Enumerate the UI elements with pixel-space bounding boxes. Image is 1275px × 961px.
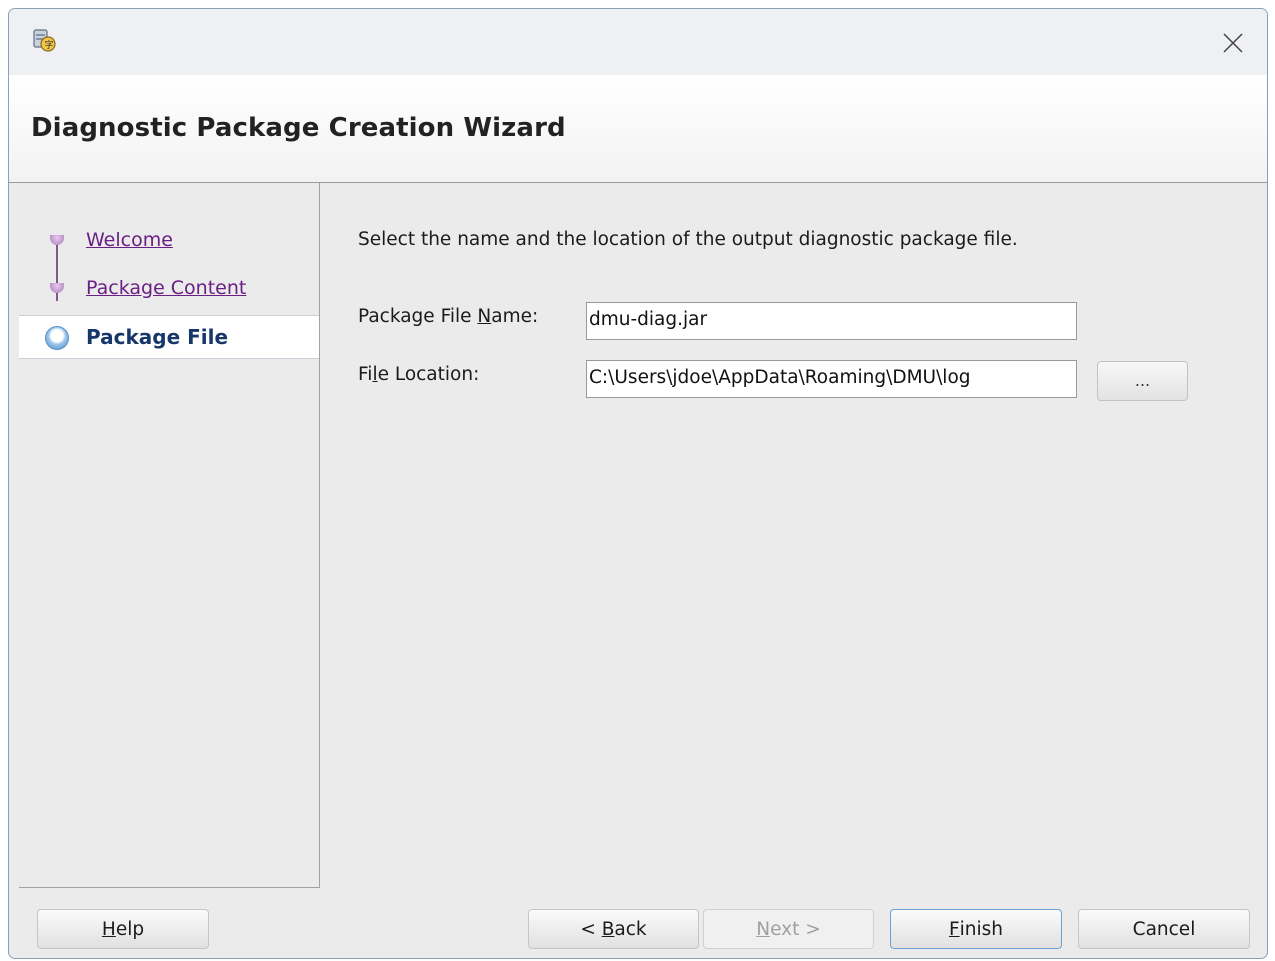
step-package-file-label: Package File bbox=[86, 325, 229, 349]
label-mnemonic: N bbox=[477, 306, 492, 327]
button-label: < bbox=[580, 918, 602, 940]
finish-button[interactable]: Finish bbox=[890, 909, 1062, 949]
file-location-input[interactable]: C:\Users\jdoe\AppData\Roaming\DMU\log bbox=[586, 360, 1077, 398]
step-visited-icon bbox=[50, 235, 64, 245]
step-package-file: Package File bbox=[19, 315, 319, 359]
wizard-header: Diagnostic Package Creation Wizard bbox=[9, 75, 1267, 183]
button-label: ack bbox=[614, 918, 647, 940]
wizard-title: Diagnostic Package Creation Wizard bbox=[31, 113, 566, 143]
instruction-text: Select the name and the location of the … bbox=[358, 229, 1018, 250]
database-app-icon: 字 bbox=[33, 29, 56, 52]
button-mnemonic: N bbox=[756, 918, 771, 940]
label-text: Package File bbox=[358, 306, 478, 327]
button-label: elp bbox=[115, 918, 145, 940]
label-text: ame: bbox=[491, 306, 539, 327]
title-bar: 字 bbox=[9, 9, 1267, 75]
svg-text:字: 字 bbox=[45, 39, 54, 51]
step-welcome[interactable]: Welcome bbox=[19, 219, 319, 263]
button-label: ext > bbox=[770, 918, 821, 940]
button-mnemonic: F bbox=[948, 918, 960, 940]
button-label: inish bbox=[959, 918, 1004, 940]
step-package-content[interactable]: Package Content bbox=[19, 267, 319, 311]
package-file-name-input[interactable]: dmu-diag.jar bbox=[586, 302, 1077, 340]
label-text: Fi bbox=[358, 364, 373, 385]
wizard-steps-panel: Welcome Package Content Package File bbox=[19, 183, 320, 888]
close-icon bbox=[1223, 33, 1243, 53]
button-mnemonic: H bbox=[101, 918, 116, 940]
step-visited-icon bbox=[50, 283, 64, 293]
browse-button[interactable]: ... bbox=[1097, 361, 1188, 401]
button-mnemonic: B bbox=[601, 918, 615, 940]
step-package-content-label[interactable]: Package Content bbox=[86, 277, 246, 299]
label-text: e Location: bbox=[377, 364, 480, 385]
wizard-window: 字 Diagnostic Package Creation Wizard Wel… bbox=[8, 8, 1268, 959]
back-button[interactable]: < Back bbox=[528, 909, 699, 949]
step-current-icon bbox=[45, 326, 69, 350]
cancel-button[interactable]: Cancel bbox=[1078, 909, 1250, 949]
close-button[interactable] bbox=[1215, 25, 1251, 61]
package-file-name-label: Package File Name: bbox=[358, 306, 538, 327]
next-button: Next > bbox=[703, 909, 874, 949]
step-welcome-label[interactable]: Welcome bbox=[86, 229, 173, 251]
file-location-label: File Location: bbox=[358, 364, 479, 385]
wizard-content: Select the name and the location of the … bbox=[321, 183, 1267, 888]
help-button[interactable]: Help bbox=[37, 909, 209, 949]
